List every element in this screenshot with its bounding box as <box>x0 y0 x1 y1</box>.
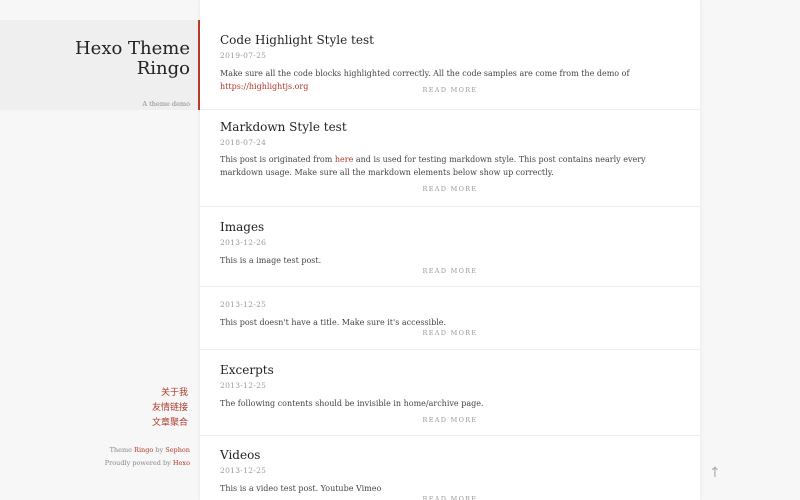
post-card: Markdown Style test 2018-07-24 This post… <box>200 110 700 207</box>
footer-theme-link[interactable]: Ringo <box>134 446 153 454</box>
sidebar-item-links[interactable]: 友情链接 <box>152 401 188 416</box>
sidebar-item-about[interactable]: 关于我 <box>152 386 188 401</box>
footer-theme-prefix: Theme <box>109 446 135 454</box>
post-title[interactable]: Videos <box>220 448 260 462</box>
post-list: Code Highlight Style test 2019-07-25 Mak… <box>200 0 700 500</box>
site-title[interactable]: Hexo Theme Ringo <box>10 39 190 79</box>
post-excerpt-text: Make sure all the code blocks highlighte… <box>220 69 630 78</box>
post-title[interactable]: Code Highlight Style test <box>220 33 374 47</box>
post-excerpt-text: This post is originated from <box>220 155 335 164</box>
post-title[interactable]: Excerpts <box>220 363 274 377</box>
post-date[interactable]: 2013-12-25 <box>220 300 266 309</box>
read-more-link[interactable]: READ MORE <box>200 416 700 424</box>
sidebar-nav: 关于我 友情链接 文章聚合 <box>152 386 188 431</box>
post-card: Videos 2013-12-25 This is a video test p… <box>200 436 700 500</box>
arrow-up-icon[interactable]: ↑ <box>709 465 721 481</box>
site-title-line1[interactable]: Hexo Theme <box>10 39 190 59</box>
read-more-link[interactable]: READ MORE <box>200 267 700 275</box>
sidebar-item-feed[interactable]: 文章聚合 <box>152 416 188 431</box>
site-title-line2[interactable]: Ringo <box>10 59 190 79</box>
footer-hexo-link[interactable]: Hexo <box>173 459 190 467</box>
post-title[interactable]: Markdown Style test <box>220 120 347 134</box>
post-date: 2019-07-25 <box>220 51 267 60</box>
site-description: A theme demo <box>142 100 190 108</box>
read-more-link[interactable]: READ MORE <box>200 495 700 500</box>
post-excerpt-link[interactable]: here <box>335 155 353 164</box>
post-excerpt: This post doesn't have a title. Make sur… <box>220 318 447 327</box>
post-excerpt: This is a image test post. <box>220 256 322 265</box>
sidebar-header: Hexo Theme Ringo A theme demo <box>0 20 200 110</box>
post-card: 2013-12-25 This post doesn't have a titl… <box>200 287 700 350</box>
footer-powered-prefix: Proudly powered by <box>104 458 173 467</box>
post-card: Images 2013-12-26 This is a image test p… <box>200 207 700 287</box>
read-more-link[interactable]: READ MORE <box>200 86 700 94</box>
sidebar-footer: Theme Ringo by Sephon Proudly powered by… <box>105 444 190 469</box>
read-more-link[interactable]: READ MORE <box>200 185 700 193</box>
post-card: Code Highlight Style test 2019-07-25 Mak… <box>200 0 700 110</box>
footer-powered-line: Proudly powered by Hexo <box>105 457 190 470</box>
post-date: 2013-12-25 <box>220 466 267 475</box>
post-date: 2013-12-26 <box>220 238 267 247</box>
footer-by: by <box>153 446 166 454</box>
post-excerpt: This post is originated from here and is… <box>220 153 680 179</box>
read-more-link[interactable]: READ MORE <box>200 329 700 337</box>
post-excerpt: This is a video test post. Youtube Vimeo <box>220 484 382 493</box>
post-date: 2018-07-24 <box>220 138 267 147</box>
post-title[interactable]: Images <box>220 220 264 234</box>
post-date: 2013-12-25 <box>220 381 267 390</box>
footer-author-link[interactable]: Sephon <box>165 446 190 454</box>
footer-theme-line: Theme Ringo by Sephon <box>105 444 190 457</box>
post-excerpt: The following contents should be invisib… <box>220 399 484 408</box>
post-card: Excerpts 2013-12-25 The following conten… <box>200 350 700 436</box>
